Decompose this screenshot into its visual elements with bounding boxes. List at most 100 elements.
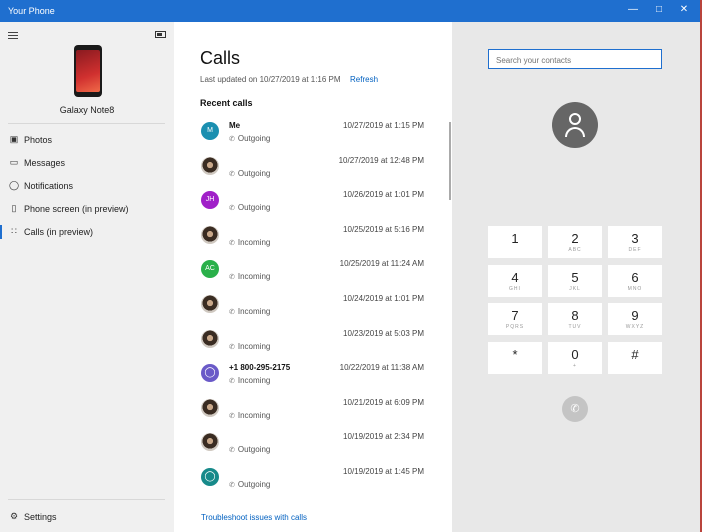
contact-avatar bbox=[201, 433, 219, 452]
call-type: ✆ Incoming bbox=[229, 272, 271, 282]
dialer-pane: 12ABC3DEF4GHI5JKL6MNO7PQRS8TUV9WXYZ*0+# … bbox=[452, 22, 700, 532]
sidebar-item-photos[interactable]: ▣ Photos bbox=[0, 129, 174, 151]
dialpad-key[interactable]: 9 WXYZ bbox=[608, 303, 662, 335]
troubleshoot-link[interactable]: Troubleshoot issues with calls bbox=[201, 513, 307, 522]
phone-icon: ✆ bbox=[229, 378, 235, 386]
call-row[interactable]: JH ✆ Outgoing 10/26/2019 at 1:01 PM bbox=[174, 189, 434, 223]
phone-icon: ✆ bbox=[229, 274, 235, 282]
call-date: 10/24/2019 at 1:01 PM bbox=[343, 294, 424, 303]
dialpad-key[interactable]: * bbox=[488, 341, 542, 374]
dialpad-key[interactable]: 1 bbox=[488, 226, 542, 258]
search-input[interactable] bbox=[494, 55, 658, 66]
contact-avatar bbox=[201, 156, 219, 175]
phone-icon: ✆ bbox=[229, 482, 235, 489]
call-type: ✆ Incoming bbox=[229, 237, 271, 247]
contact-avatar bbox=[201, 295, 219, 313]
contact-avatar: ◯ bbox=[201, 364, 219, 383]
sidebar-divider bbox=[8, 499, 165, 500]
dialpad-key[interactable]: 7 PQRS bbox=[488, 303, 542, 335]
contact-avatar bbox=[201, 398, 219, 417]
window-title: Your Phone bbox=[8, 6, 55, 16]
phone-icon: ✆ bbox=[229, 343, 235, 351]
hamburger-menu-icon[interactable] bbox=[8, 30, 18, 41]
dialpad-key[interactable]: # bbox=[608, 341, 662, 374]
call-date: 10/22/2019 at 11:38 AM bbox=[339, 363, 424, 373]
refresh-link[interactable]: Refresh bbox=[350, 75, 378, 84]
battery-icon bbox=[155, 31, 166, 38]
dialpad-key[interactable]: 0 + bbox=[548, 341, 602, 374]
call-date: 10/19/2019 at 1:45 PM bbox=[343, 467, 424, 476]
dialpad-key[interactable]: 2 ABC bbox=[548, 226, 602, 258]
call-type: ✆ Incoming bbox=[229, 376, 271, 386]
phone-icon: ✆ bbox=[229, 412, 235, 420]
title-bar: Your Phone — □ ✕ bbox=[0, 0, 700, 22]
sidebar-item-notifications[interactable]: ◯ Notifications bbox=[0, 175, 174, 197]
sidebar-item-phone-screen[interactable]: ▯ Phone screen (in preview) bbox=[0, 198, 174, 220]
phone-icon: ✆ bbox=[229, 170, 235, 178]
call-contact-name: Me bbox=[229, 121, 241, 130]
call-type: ✆ Incoming bbox=[229, 307, 271, 316]
dialpad-key[interactable]: 6 MNO bbox=[608, 264, 662, 297]
call-row[interactable]: AC ✆ Incoming 10/25/2019 at 11:24 AM bbox=[174, 258, 434, 292]
phone-icon: ✆ bbox=[229, 447, 235, 455]
call-date: 10/19/2019 at 2:34 PM bbox=[343, 432, 424, 442]
minimize-icon[interactable]: — bbox=[626, 4, 640, 15]
device-name: Galaxy Note8 bbox=[59, 105, 115, 115]
call-date: 10/25/2019 at 5:16 PM bbox=[343, 224, 424, 234]
search-field[interactable] bbox=[488, 49, 662, 69]
call-date: 10/21/2019 at 6:09 PM bbox=[343, 397, 424, 407]
call-date: 10/27/2019 at 1:15 PM bbox=[343, 121, 424, 130]
photos-icon: ▣ bbox=[9, 134, 19, 144]
scrollbar[interactable] bbox=[449, 122, 451, 200]
maximize-icon[interactable]: □ bbox=[652, 4, 666, 15]
call-row[interactable]: M Me ✆ Outgoing 10/27/2019 at 1:15 PM bbox=[174, 120, 434, 154]
call-row[interactable]: ✆ Incoming 10/25/2019 at 5:16 PM bbox=[174, 224, 434, 258]
contact-avatar bbox=[201, 329, 219, 348]
contact-avatar: ◯ bbox=[201, 468, 219, 486]
call-date: 10/26/2019 at 1:01 PM bbox=[343, 190, 424, 200]
sidebar-divider bbox=[8, 123, 165, 124]
notifications-icon: ◯ bbox=[9, 180, 20, 190]
call-row[interactable]: ✆ Incoming 10/23/2019 at 5:03 PM bbox=[174, 328, 434, 362]
messages-icon: ▭ bbox=[9, 157, 19, 167]
call-type: ✆ Outgoing bbox=[229, 480, 271, 489]
call-button[interactable]: ✆ bbox=[562, 396, 588, 422]
sidebar-item-calls[interactable]: ∷ Calls (in preview) bbox=[0, 221, 174, 243]
contact-avatar bbox=[552, 102, 598, 148]
call-date: 10/23/2019 at 5:03 PM bbox=[343, 328, 424, 338]
close-icon[interactable]: ✕ bbox=[677, 4, 691, 15]
call-type: ✆ Outgoing bbox=[229, 168, 271, 178]
call-type: ✆ Outgoing bbox=[229, 134, 271, 143]
dialpad-icon: ∷ bbox=[11, 226, 17, 236]
call-row[interactable]: ✆ Incoming 10/24/2019 at 1:01 PM bbox=[174, 293, 434, 327]
phone-screen-icon: ▯ bbox=[11, 203, 17, 213]
call-row[interactable]: ✆ Outgoing 10/27/2019 at 12:48 PM bbox=[174, 155, 434, 189]
last-updated-text: Last updated on 10/27/2019 at 1:16 PM bbox=[200, 75, 341, 84]
phone-icon: ✆ bbox=[229, 136, 235, 143]
call-row[interactable]: ✆ Outgoing 10/19/2019 at 2:34 PM bbox=[174, 431, 434, 465]
call-date: 10/25/2019 at 11:24 AM bbox=[339, 259, 424, 269]
call-type: ✆ Outgoing bbox=[229, 203, 271, 213]
call-row[interactable]: ✆ Incoming 10/21/2019 at 6:09 PM bbox=[174, 397, 434, 431]
phone-icon: ✆ bbox=[229, 205, 235, 213]
phone-icon: ✆ bbox=[229, 309, 235, 316]
dialpad-key[interactable]: 3 DEF bbox=[608, 226, 662, 258]
dialpad-key[interactable]: 4 GHI bbox=[488, 264, 542, 297]
dialpad-key[interactable]: 5 JKL bbox=[548, 264, 602, 297]
contact-avatar: JH bbox=[201, 191, 219, 210]
contact-avatar bbox=[201, 225, 219, 244]
recent-calls-heading: Recent calls bbox=[200, 98, 253, 108]
call-type: ✆ Incoming bbox=[229, 341, 271, 351]
call-row[interactable]: ◯ +1 800-295-2175 ✆ Incoming 10/22/2019 at 1… bbox=[174, 362, 434, 396]
phone-image bbox=[74, 45, 102, 97]
sidebar-item-messages[interactable]: ▭ Messages bbox=[0, 152, 174, 174]
contact-avatar: M bbox=[201, 122, 219, 140]
dialpad-key[interactable]: 8 TUV bbox=[548, 303, 602, 335]
call-row[interactable]: ◯ ✆ Outgoing 10/19/2019 at 1:45 PM bbox=[174, 466, 434, 500]
contact-avatar: AC bbox=[201, 260, 219, 279]
call-type: ✆ Incoming bbox=[229, 410, 271, 420]
phone-icon: ✆ bbox=[229, 239, 235, 247]
call-date: 10/27/2019 at 12:48 PM bbox=[338, 155, 424, 165]
sidebar-item-settings[interactable]: ⚙ Settings bbox=[0, 506, 174, 528]
gear-icon: ⚙ bbox=[9, 511, 19, 521]
